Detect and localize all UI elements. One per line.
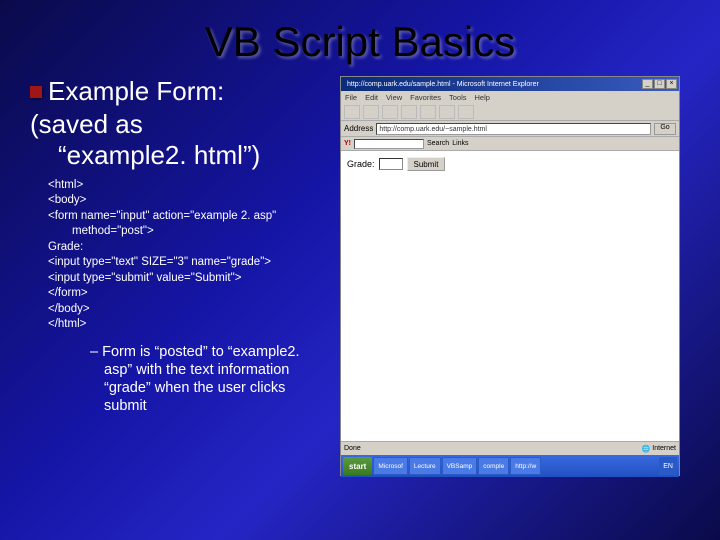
slide-title: VB Script Basics	[0, 0, 720, 76]
yahoo-logo-icon: Y!	[344, 140, 351, 147]
subheading-2: “example2. html”)	[58, 140, 330, 171]
code-line: Grade:	[48, 240, 330, 256]
code-line: </body>	[48, 302, 330, 318]
home-button[interactable]	[420, 105, 436, 119]
note-text: – Form is “posted” to “example2. asp” wi…	[90, 343, 330, 416]
subheading-1: (saved as	[30, 109, 330, 140]
forward-button[interactable]	[363, 105, 379, 119]
taskbar-item[interactable]: http://w	[510, 457, 541, 475]
window-controls: _ □ ×	[642, 79, 677, 89]
left-column: Example Form: (saved as “example2. html”…	[30, 76, 340, 476]
globe-icon: 🌐	[642, 445, 651, 453]
address-bar: Address http://comp.uark.edu/~sample.htm…	[341, 121, 679, 137]
titlebar-text: http://comp.uark.edu/sample.html - Micro…	[343, 81, 539, 88]
heading-text: Example Form:	[48, 76, 224, 107]
status-zone: Internet	[652, 445, 676, 452]
form-row: Grade: Submit	[347, 157, 673, 171]
code-line: </html>	[48, 317, 330, 333]
code-block: <html> <body> <form name="input" action=…	[48, 178, 330, 333]
search-button[interactable]	[439, 105, 455, 119]
taskbar: start Microsof Lecture VBSamp comple htt…	[341, 455, 679, 477]
browser-viewport: Grade: Submit	[341, 151, 679, 441]
menu-edit[interactable]: Edit	[365, 93, 378, 102]
code-line: <html>	[48, 178, 330, 194]
taskbar-item[interactable]: VBSamp	[442, 457, 478, 475]
grade-input[interactable]	[379, 158, 403, 170]
browser-window: http://comp.uark.edu/sample.html - Micro…	[340, 76, 680, 476]
browser-titlebar: http://comp.uark.edu/sample.html - Micro…	[341, 77, 679, 91]
content-area: Example Form: (saved as “example2. html”…	[0, 76, 720, 476]
refresh-button[interactable]	[401, 105, 417, 119]
address-label: Address	[344, 124, 373, 133]
status-done: Done	[344, 445, 361, 452]
minimize-button[interactable]: _	[642, 79, 653, 89]
menu-help[interactable]: Help	[475, 93, 490, 102]
tray-lang: EN	[663, 463, 673, 470]
taskbar-item[interactable]: Lecture	[409, 457, 441, 475]
bullet-heading-row: Example Form:	[30, 76, 330, 107]
submit-button[interactable]: Submit	[407, 157, 446, 171]
close-button[interactable]: ×	[666, 79, 677, 89]
code-line: <body>	[48, 193, 330, 209]
yahoo-search-input[interactable]	[354, 139, 424, 149]
status-right: 🌐 Internet	[642, 445, 676, 453]
start-button[interactable]: start	[343, 457, 372, 475]
browser-menubar: File Edit View Favorites Tools Help	[341, 91, 679, 103]
taskbar-item[interactable]: Microsof	[373, 457, 408, 475]
favorites-button[interactable]	[458, 105, 474, 119]
address-input[interactable]: http://comp.uark.edu/~sample.html	[376, 123, 651, 135]
stop-button[interactable]	[382, 105, 398, 119]
maximize-button[interactable]: □	[654, 79, 665, 89]
browser-toolbar	[341, 103, 679, 121]
code-line: <input type="text" SIZE="3" name="grade"…	[48, 255, 330, 271]
code-line: </form>	[48, 286, 330, 302]
menu-file[interactable]: File	[345, 93, 357, 102]
taskbar-item[interactable]: comple	[478, 457, 509, 475]
system-tray: EN	[659, 457, 677, 475]
grade-label: Grade:	[347, 159, 375, 169]
menu-tools[interactable]: Tools	[449, 93, 467, 102]
status-bar: Done 🌐 Internet	[341, 441, 679, 455]
back-button[interactable]	[344, 105, 360, 119]
yahoo-bar: Y! Search Links	[341, 137, 679, 151]
menu-view[interactable]: View	[386, 93, 402, 102]
go-button[interactable]: Go	[654, 123, 676, 135]
yahoo-search-label[interactable]: Search	[427, 140, 449, 147]
bullet-icon	[30, 86, 42, 98]
code-line: <form name="input" action="example 2. as…	[48, 209, 330, 225]
code-line: <input type="submit" value="Submit">	[48, 271, 330, 287]
code-line: method="post">	[72, 224, 330, 240]
menu-favorites[interactable]: Favorites	[410, 93, 441, 102]
yahoo-links[interactable]: Links	[452, 140, 468, 147]
